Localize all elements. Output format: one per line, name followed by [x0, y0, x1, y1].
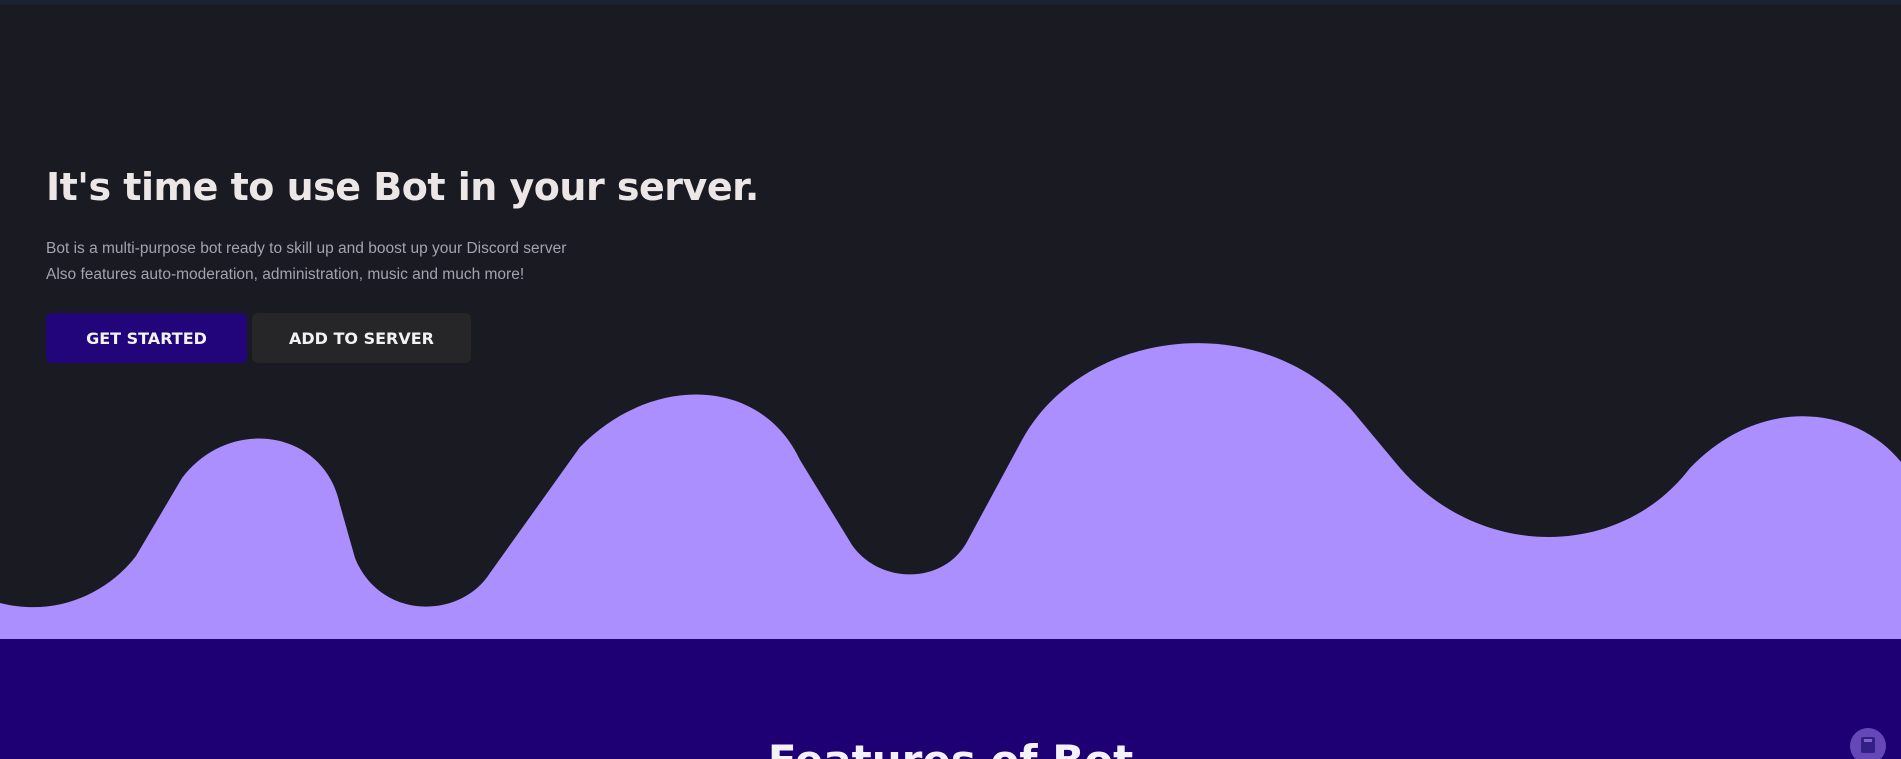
hero-description-line-2: Also features auto-moderation, administr…: [46, 266, 525, 283]
hero-description-line-1: Bot is a multi-purpose bot ready to skil…: [46, 240, 567, 257]
scroll-to-top-button[interactable]: [1850, 728, 1886, 759]
hero-title: It's time to use Bot in your server.: [46, 165, 759, 209]
features-title: Features of Bot: [0, 736, 1901, 759]
hero-description: Bot is a multi-purpose bot ready to skil…: [46, 236, 566, 288]
get-started-button[interactable]: GET STARTED: [46, 313, 247, 363]
scroll-top-icon: [1861, 737, 1875, 753]
features-section: Features of Bot: [0, 639, 1901, 759]
add-to-server-button[interactable]: ADD TO SERVER: [252, 313, 471, 363]
